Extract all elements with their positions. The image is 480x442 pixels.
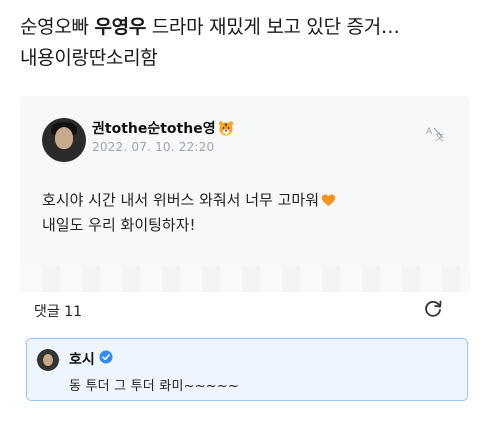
post-card: 권tothe순tothe영 2022. 07. 10. 22:20 A 文 호시… [20, 96, 470, 266]
svg-text:文: 文 [435, 131, 444, 142]
headline-line-1: 순영오빠 우영우 드라마 재밌게 보고 있단 증거… [20, 12, 470, 43]
post-line-2: 내일도 우리 화이팅하자! [42, 216, 196, 234]
tiger-face-icon [218, 121, 233, 136]
headline-line-2: 내용이랑딴소리함 [20, 47, 158, 69]
translate-icon[interactable]: A 文 [424, 124, 446, 142]
comments-header: 댓글 11 [20, 292, 470, 328]
comment-text: 동 투더 그 투더 롸미~~~~~ [69, 379, 240, 394]
comments-count-label[interactable]: 댓글 11 [34, 301, 82, 321]
divider-band [20, 266, 470, 292]
headline-bold: 우영우 [94, 16, 147, 38]
post-line-1-text: 호시야 시간 내서 위버스 와줘서 너무 고마워 [42, 191, 320, 209]
comment-author[interactable]: 호시 [69, 349, 95, 369]
post-author-name: 권tothe순tothe영 [92, 121, 216, 137]
post-author[interactable]: 권tothe순tothe영 [92, 118, 234, 138]
headline: 순영오빠 우영우 드라마 재밌게 보고 있단 증거… 내용이랑딴소리함 [20, 12, 470, 74]
highlighted-comment[interactable]: 호시 동 투더 그 투더 롸미~~~~~ [26, 338, 468, 401]
author-avatar[interactable] [42, 118, 86, 162]
headline-prefix: 순영오빠 [20, 16, 95, 38]
svg-text:A: A [426, 127, 433, 137]
headline-suffix: 드라마 재밌게 보고 있단 증거… [146, 16, 400, 38]
refresh-icon[interactable] [422, 298, 444, 320]
post-line-1: 호시야 시간 내서 위버스 와줘서 너무 고마워 [42, 188, 336, 213]
post-body: 호시야 시간 내서 위버스 와줘서 너무 고마워 내일도 우리 화이팅하자! [42, 188, 336, 238]
comment-avatar[interactable] [37, 349, 59, 371]
post-date: 2022. 07. 10. 22:20 [92, 140, 215, 154]
verified-badge-icon [99, 350, 113, 364]
orange-heart-icon [321, 194, 336, 206]
